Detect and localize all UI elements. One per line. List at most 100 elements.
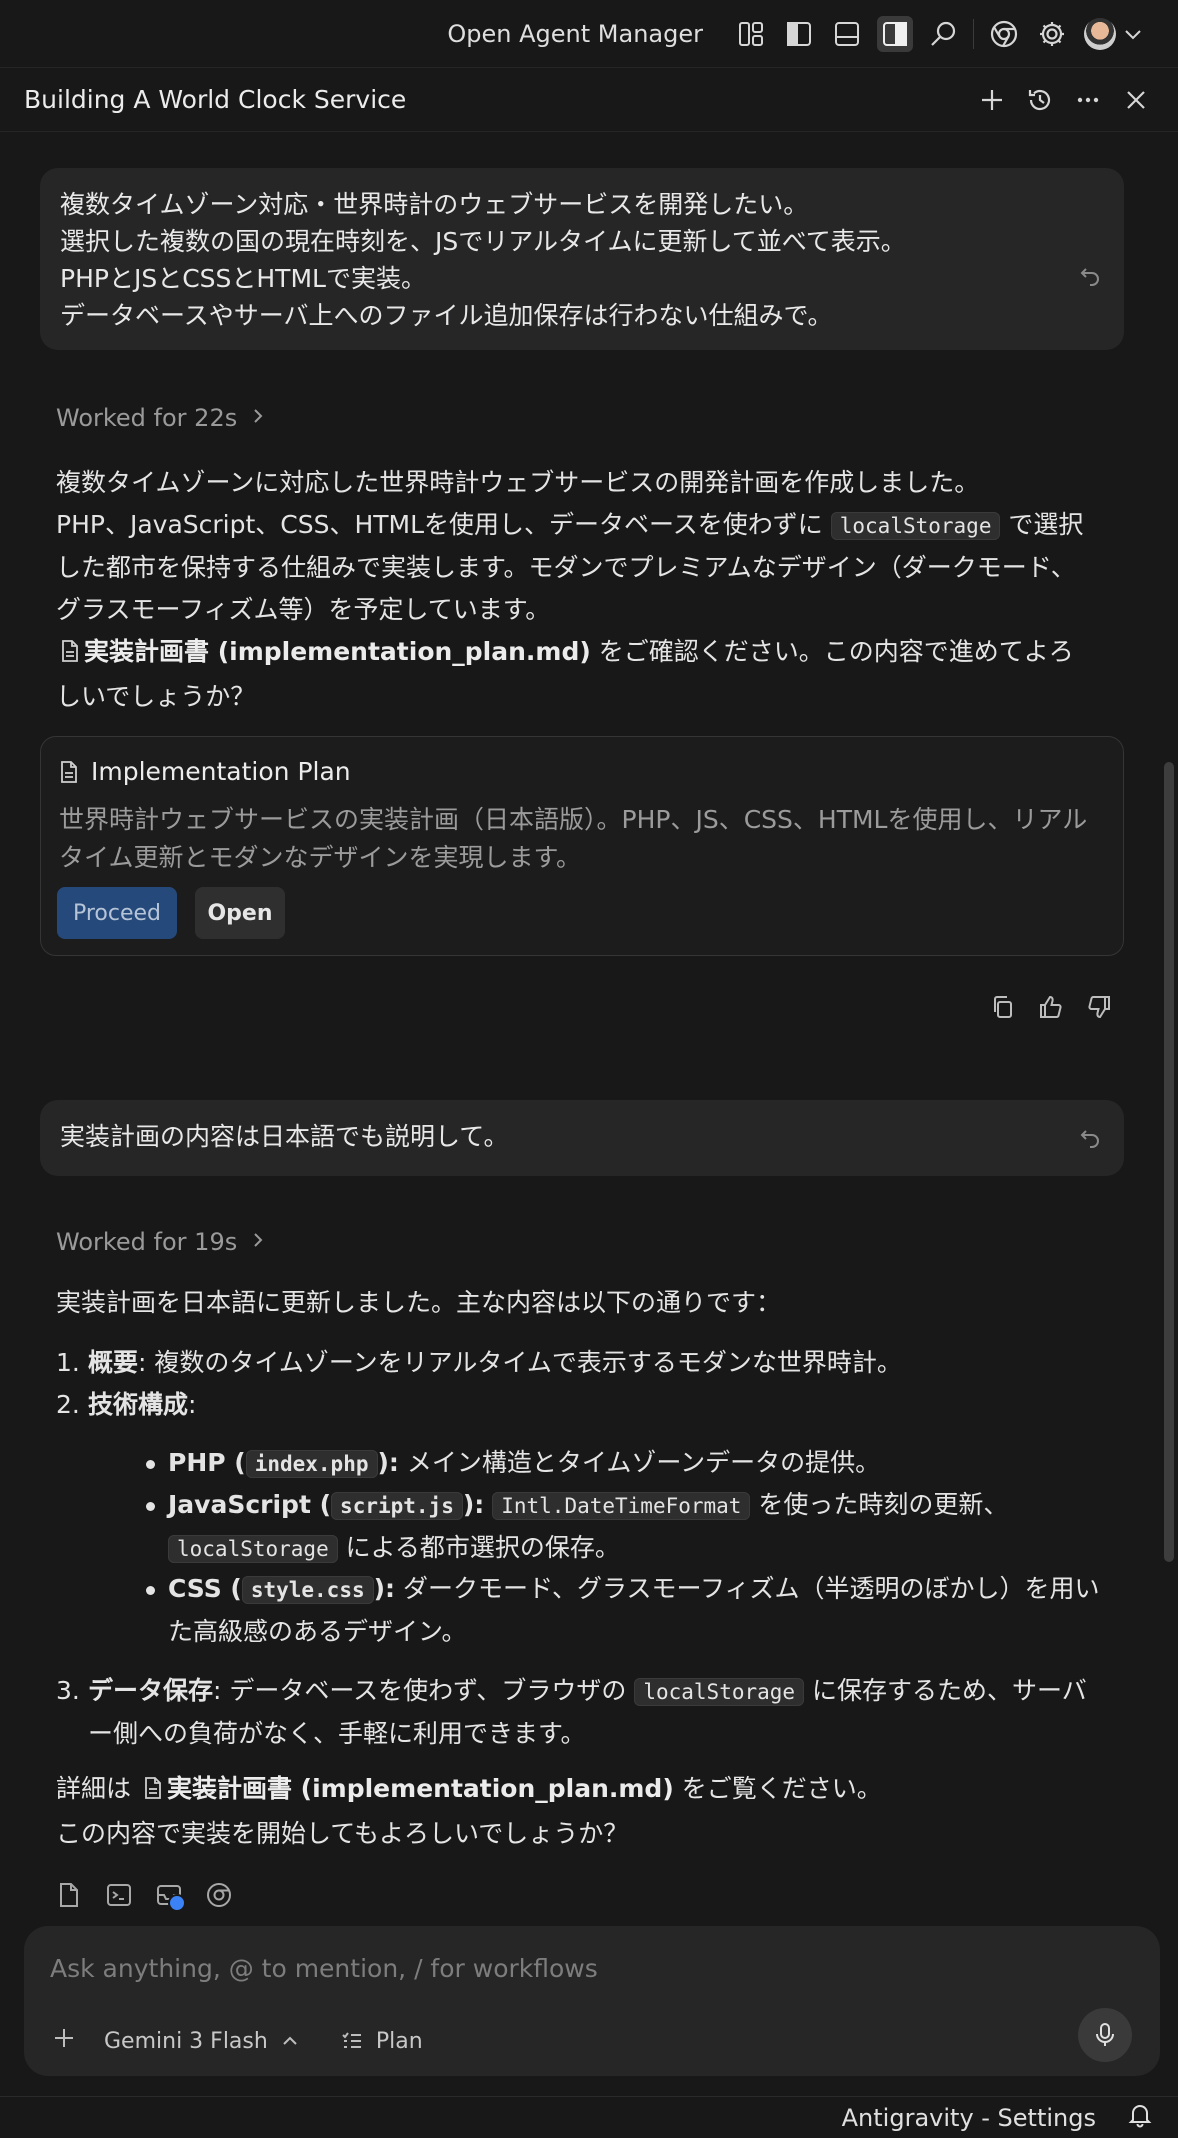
list-number: 3. bbox=[56, 1676, 80, 1705]
inline-code: style.css bbox=[241, 1576, 374, 1604]
file-icon bbox=[61, 760, 77, 783]
status-bar: Antigravity - Settings bbox=[0, 2096, 1178, 2138]
plan-mode-toggle[interactable]: Plan bbox=[340, 2029, 423, 2054]
chrome-icon[interactable] bbox=[204, 1880, 234, 1910]
chevron-down-icon[interactable] bbox=[1122, 23, 1144, 45]
inline-code: script.js bbox=[331, 1492, 463, 1520]
inline-code: index.php bbox=[245, 1450, 378, 1478]
file-icon[interactable] bbox=[54, 1880, 84, 1910]
layout-grid-icon[interactable] bbox=[733, 16, 769, 52]
inline-code: localStorage bbox=[830, 512, 1001, 540]
chevron-right-icon bbox=[251, 1228, 265, 1256]
conversation-title: Building A World Clock Service bbox=[24, 85, 407, 114]
composer-controls: Gemini 3 Flash Plan bbox=[52, 2026, 423, 2056]
bullet-item-php: PHP (index.php): メイン構造とタイムゾーンデータの提供。 bbox=[146, 1442, 1108, 1485]
terminal-icon[interactable] bbox=[104, 1880, 134, 1910]
close-icon[interactable] bbox=[1118, 82, 1154, 118]
tool-usage-row bbox=[54, 1880, 234, 1912]
user-message-line: 実装計画の内容は日本語でも説明して。 bbox=[60, 1122, 509, 1151]
settings-status-item[interactable]: Antigravity - Settings bbox=[842, 2104, 1096, 2132]
microphone-icon[interactable] bbox=[1078, 2008, 1132, 2062]
file-icon bbox=[143, 1771, 163, 1813]
plus-icon[interactable] bbox=[52, 2026, 76, 2056]
bullet-text: を使った時刻の更新、 bbox=[758, 1490, 1009, 1519]
inbox-icon[interactable] bbox=[154, 1880, 186, 1912]
chrome-icon[interactable] bbox=[986, 16, 1022, 52]
more-icon[interactable] bbox=[1070, 82, 1106, 118]
open-agent-manager-link[interactable]: Open Agent Manager bbox=[447, 20, 703, 48]
user-message-line: PHPとJSとCSSとHTMLで実装。 bbox=[60, 264, 426, 293]
list-item-text: : データベースを使わず、ブラウザの bbox=[213, 1676, 627, 1705]
title-bar: Open Agent Manager bbox=[0, 0, 1178, 68]
tech-label: CSS ( bbox=[168, 1574, 242, 1603]
inline-code: localStorage bbox=[168, 1535, 338, 1563]
chat-input[interactable]: Ask anything, @ to mention, / for workfl… bbox=[50, 1954, 598, 1983]
bullet-item-css: CSS (style.css): ダークモード、グラスモーフィズム（半透明のぼか… bbox=[146, 1568, 1108, 1653]
reply-text: PHP、JavaScript、CSS、HTMLを使用し、データベースを使わずに bbox=[56, 510, 823, 539]
card-title-text: Implementation Plan bbox=[91, 757, 351, 786]
bullet bbox=[146, 1502, 155, 1511]
sidebar-right-icon[interactable] bbox=[877, 15, 913, 52]
gear-icon[interactable] bbox=[1034, 16, 1070, 52]
composer: Ask anything, @ to mention, / for workfl… bbox=[24, 1926, 1160, 2076]
worked-duration-toggle[interactable]: Worked for 19s bbox=[56, 1228, 265, 1256]
inline-code: localStorage bbox=[634, 1678, 805, 1706]
user-message-line: 複数タイムゾーン対応・世界時計のウェブサービスを開発したい。 bbox=[60, 190, 809, 219]
undo-icon[interactable] bbox=[1078, 260, 1104, 286]
worked-duration: Worked for 22s bbox=[56, 404, 238, 432]
list-item: 2. 技術構成: bbox=[56, 1384, 1106, 1426]
bullet bbox=[146, 1586, 155, 1595]
list-item-label: データ保存 bbox=[88, 1676, 214, 1705]
scrollbar[interactable] bbox=[1164, 762, 1174, 1562]
avatar[interactable] bbox=[1084, 17, 1116, 50]
panel-bottom-icon[interactable] bbox=[829, 16, 865, 52]
list-item-text: : bbox=[188, 1390, 197, 1419]
list-item-label: 技術構成 bbox=[88, 1390, 189, 1419]
plus-icon[interactable] bbox=[974, 82, 1010, 118]
model-selector[interactable]: Gemini 3 Flash bbox=[104, 2029, 300, 2054]
search-icon[interactable] bbox=[925, 16, 961, 52]
divider bbox=[973, 18, 974, 49]
list-item: 1. 概要: 複数のタイムゾーンをリアルタイムで表示するモダンな世界時計。 bbox=[56, 1342, 1106, 1384]
message-actions bbox=[988, 992, 1114, 1022]
bullet-text: メイン構造とタイムゾーンデータの提供。 bbox=[406, 1448, 881, 1477]
model-name: Gemini 3 Flash bbox=[104, 2028, 268, 2054]
file-icon bbox=[60, 634, 80, 676]
checklist-icon bbox=[342, 2032, 361, 2048]
tech-label: PHP ( bbox=[168, 1448, 246, 1477]
file-link[interactable]: 実装計画書 (implementation_plan.md) bbox=[167, 1774, 674, 1803]
panel-header: Building A World Clock Service bbox=[0, 68, 1178, 132]
sidebar-left-icon[interactable] bbox=[781, 16, 817, 52]
undo-icon[interactable] bbox=[1078, 1122, 1104, 1148]
bullet-item-js: JavaScript (script.js): Intl.DateTimeFor… bbox=[146, 1484, 1108, 1570]
tech-label: JavaScript ( bbox=[168, 1490, 332, 1519]
assistant-reply: 複数タイムゾーンに対応した世界時計ウェブサービスの開発計画を作成しました。 PH… bbox=[56, 462, 1096, 718]
list-item: 3. データ保存: データベースを使わず、ブラウザの localStorage に… bbox=[56, 1670, 1106, 1755]
bell-icon[interactable] bbox=[1128, 2102, 1152, 2134]
tech-label-close: ): bbox=[377, 1448, 399, 1477]
implementation-plan-card[interactable]: Implementation Plan 世界時計ウェブサービスの実装計画（日本語… bbox=[40, 736, 1124, 956]
open-button[interactable]: Open bbox=[195, 887, 285, 939]
file-link[interactable]: 実装計画書 (implementation_plan.md) bbox=[84, 637, 591, 666]
conversation-scroll-area[interactable]: 複数タイムゾーン対応・世界時計のウェブサービスを開発したい。 選択した複数の国の… bbox=[0, 132, 1178, 1922]
tech-label-close: ): bbox=[373, 1574, 396, 1603]
reply-text: この内容で実装を開始してもよろしいでしょうか？ bbox=[56, 1819, 629, 1848]
card-description: 世界時計ウェブサービスの実装計画（日本語版）。PHP、JS、CSS、HTMLを使… bbox=[59, 805, 1088, 872]
copy-icon[interactable] bbox=[988, 992, 1018, 1022]
card-title: Implementation Plan bbox=[59, 757, 351, 786]
history-icon[interactable] bbox=[1022, 82, 1058, 118]
thumbs-down-icon[interactable] bbox=[1084, 992, 1114, 1022]
worked-duration: Worked for 19s bbox=[56, 1228, 238, 1256]
reply-text: をご覧ください。 bbox=[681, 1774, 882, 1803]
user-message: 実装計画の内容は日本語でも説明して。 bbox=[40, 1100, 1124, 1176]
worked-duration-toggle[interactable]: Worked for 22s bbox=[56, 404, 265, 432]
numbered-list: 1. 概要: 複数のタイムゾーンをリアルタイムで表示するモダンな世界時計。 2. 技… bbox=[56, 1342, 1106, 1426]
thumbs-up-icon[interactable] bbox=[1036, 992, 1066, 1022]
status-dot bbox=[168, 1894, 186, 1912]
reply-text: 複数タイムゾーンに対応した世界時計ウェブサービスの開発計画を作成しました。 bbox=[56, 468, 980, 497]
list-item-text: : 複数のタイムゾーンをリアルタイムで表示するモダンな世界時計。 bbox=[138, 1348, 902, 1377]
proceed-button[interactable]: Proceed bbox=[57, 887, 177, 939]
inline-code: Intl.DateTimeFormat bbox=[492, 1492, 751, 1520]
list-number: 2. bbox=[56, 1390, 80, 1419]
user-message-line: データベースやサーバ上へのファイル追加保存は行わない仕組みで。 bbox=[60, 301, 833, 330]
